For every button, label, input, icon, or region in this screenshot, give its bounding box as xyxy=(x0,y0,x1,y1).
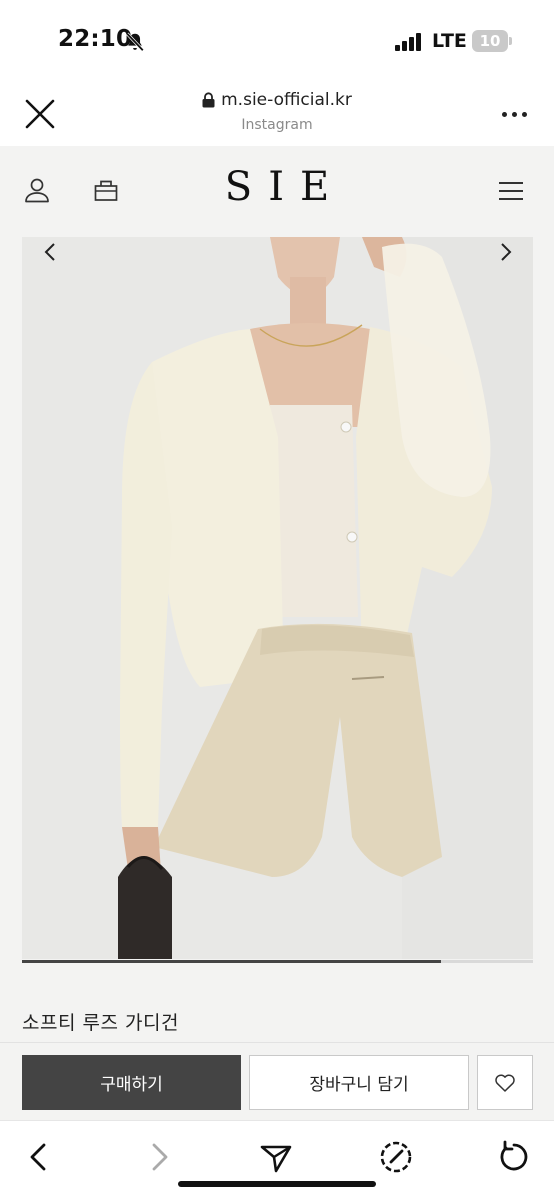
safari-compass-icon[interactable] xyxy=(378,1139,414,1175)
home-indicator xyxy=(178,1181,376,1187)
site-content: SIE 소프티 루즈 가디건 구매하기 장바구니 담기 xyxy=(0,146,554,1120)
buy-now-button[interactable]: 구매하기 xyxy=(22,1055,241,1110)
browser-header: m.sie-official.kr Instagram xyxy=(0,84,554,146)
product-image[interactable] xyxy=(22,237,533,959)
battery-icon: 10 xyxy=(472,30,508,52)
network-type: LTE xyxy=(432,30,467,52)
share-icon[interactable] xyxy=(258,1139,294,1175)
product-name: 소프티 루즈 가디건 xyxy=(22,1012,179,1034)
browser-source: Instagram xyxy=(241,117,313,133)
chevron-right-icon[interactable] xyxy=(490,237,520,267)
image-carousel-progress-fill xyxy=(22,960,442,963)
purchase-action-bar: 구매하기 장바구니 담기 xyxy=(0,1042,554,1120)
battery-nub xyxy=(509,37,512,45)
status-time: 22:10 xyxy=(58,26,133,52)
status-bar: 22:10 LTE 10 xyxy=(0,0,554,84)
hamburger-menu-icon[interactable] xyxy=(499,182,523,202)
page-url: m.sie-official.kr xyxy=(221,90,352,110)
battery-level: 10 xyxy=(479,32,501,50)
address-bar[interactable]: m.sie-official.kr Instagram xyxy=(0,90,554,133)
site-logo[interactable]: SIE xyxy=(0,164,554,210)
more-icon[interactable] xyxy=(500,104,530,124)
back-icon[interactable] xyxy=(22,1139,58,1175)
site-header: SIE xyxy=(0,146,554,236)
signal-strength-icon xyxy=(395,33,423,51)
chevron-left-icon[interactable] xyxy=(36,237,66,267)
reload-icon[interactable] xyxy=(496,1139,532,1175)
image-carousel-progress xyxy=(22,960,533,963)
forward-icon[interactable] xyxy=(140,1139,176,1175)
bell-slash-icon xyxy=(126,32,144,52)
lock-icon xyxy=(202,92,215,108)
wishlist-button[interactable] xyxy=(477,1055,533,1110)
heart-icon xyxy=(495,1073,515,1092)
browser-toolbar xyxy=(0,1120,554,1200)
product-photo xyxy=(22,237,533,959)
add-to-cart-button[interactable]: 장바구니 담기 xyxy=(249,1055,469,1110)
